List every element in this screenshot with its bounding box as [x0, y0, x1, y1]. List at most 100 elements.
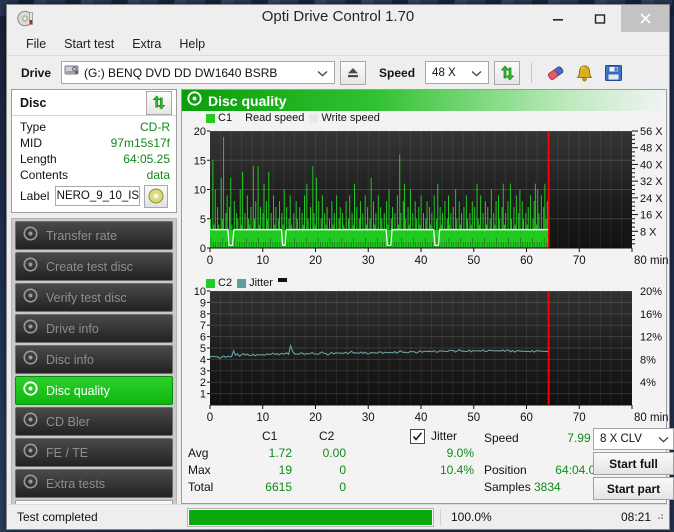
start-part-button[interactable]: Start part [593, 477, 674, 500]
stats-col-c2: C2 [319, 429, 334, 443]
disc-value: data [147, 168, 170, 182]
svg-text:2: 2 [200, 378, 206, 390]
svg-text:10: 10 [194, 286, 206, 298]
sidebar-item-label: FE / TE [46, 446, 88, 460]
jitter-label: Jitter [431, 429, 457, 443]
c2-plot: 123456789104%8%12%16%20%0102030405060708… [184, 277, 674, 429]
drive-value: (G:) BENQ DVD DD DW1640 BSRB [84, 66, 277, 80]
cd-icon-button[interactable] [144, 185, 168, 208]
refresh-button[interactable] [494, 61, 520, 85]
svg-text:30: 30 [362, 255, 375, 267]
disc-icon [23, 226, 38, 246]
close-button[interactable] [621, 5, 669, 32]
menu-help[interactable]: Help [170, 35, 214, 53]
speed-select[interactable]: 48 X [425, 61, 489, 84]
status-bar: Test completed 100.0% 08:21 [7, 504, 669, 529]
position-stat-value: 64:04.00 [534, 463, 602, 477]
sidebar-item-label: Extra tests [46, 477, 105, 491]
svg-text:20: 20 [194, 126, 206, 138]
disc-value: 64:05.25 [123, 152, 170, 166]
svg-text:15: 15 [194, 155, 206, 167]
eraser-button[interactable] [543, 61, 567, 84]
svg-text:30: 30 [362, 412, 375, 424]
stats-c2-total: 0 [302, 480, 346, 494]
statistics-panel: C1 C2 Avg Max Total 1.72 19 6615 0.00 0 … [184, 427, 664, 503]
svg-text:16%: 16% [640, 309, 662, 321]
disc-icon [23, 257, 38, 277]
disc-key: Contents [20, 168, 68, 182]
legend-swatch [206, 279, 215, 288]
sidebar-item-disc-quality[interactable]: Disc quality [15, 376, 173, 405]
drive-label: Drive [21, 66, 51, 80]
write-speed-select[interactable]: 8 X CLV [593, 428, 674, 450]
disc-icon [23, 474, 38, 494]
legend-jitter: Jitter [237, 277, 273, 289]
menu-file[interactable]: File [17, 35, 55, 53]
eject-button[interactable] [340, 61, 366, 85]
disc-row-length: Length 64:05.25 [20, 151, 170, 167]
svg-text:80 min: 80 min [634, 412, 669, 424]
svg-text:3: 3 [200, 366, 206, 378]
svg-text:60: 60 [520, 412, 533, 424]
drive-select[interactable]: (G:) BENQ DVD DD DW1640 BSRB [61, 61, 335, 84]
sidebar-item-create-test-disc[interactable]: Create test disc [15, 252, 173, 281]
sidebar-item-cd-bler[interactable]: CD Bler [15, 407, 173, 436]
stats-c1-avg: 1.72 [244, 446, 292, 460]
sidebar-item-fe-te[interactable]: FE / TE [15, 438, 173, 467]
desktop-background: Opti Drive Control 1.70 File Start test … [0, 0, 674, 532]
disc-row-contents: Contents data [20, 167, 170, 183]
content-title: Disc quality [208, 93, 287, 109]
c1-plot: 051015208 X16 X24 X32 X40 X48 X56 X01020… [184, 112, 674, 280]
sidebar-item-transfer-rate[interactable]: Transfer rate [15, 221, 173, 250]
sidebar-item-label: Create test disc [46, 260, 133, 274]
svg-text:60: 60 [520, 255, 533, 267]
menu-start-test[interactable]: Start test [55, 35, 123, 53]
maximize-button[interactable] [579, 5, 621, 32]
legend-write-speed: Write speed [309, 112, 380, 124]
content-header: Disc quality [182, 90, 666, 111]
svg-text:16 X: 16 X [640, 210, 663, 222]
disc-icon [23, 319, 38, 339]
c2-chart: C2 Jitter 123456789104%8%12%16%20%010203… [184, 277, 664, 427]
write-speed-value: 8 X CLV [600, 433, 642, 445]
legend-swatch [309, 114, 318, 123]
svg-text:7: 7 [200, 321, 206, 333]
sidebar-item-label: Disc info [46, 353, 94, 367]
svg-text:12%: 12% [640, 332, 662, 344]
start-full-button[interactable]: Start full [593, 452, 674, 475]
stats-row-total: Total [188, 480, 213, 494]
minimize-button[interactable] [537, 5, 579, 32]
menu-extra[interactable]: Extra [123, 35, 170, 53]
save-button[interactable] [601, 61, 625, 84]
svg-text:20%: 20% [640, 286, 662, 298]
disc-refresh-button[interactable] [146, 91, 172, 115]
sidebar-item-extra-tests[interactable]: Extra tests [15, 469, 173, 498]
drive-icon [64, 63, 79, 82]
resize-grip[interactable] [654, 508, 665, 526]
disc-panel-header: Disc [12, 90, 176, 116]
disc-label-field[interactable]: NERO_9_10_IS [55, 186, 140, 206]
charts-area: C1 Read speed Write speed 051015208 X16 … [182, 111, 666, 503]
svg-text:8: 8 [200, 309, 206, 321]
jitter-checkbox[interactable] [410, 429, 425, 444]
sidebar-item-verify-test-disc[interactable]: Verify test disc [15, 283, 173, 312]
svg-text:6: 6 [200, 332, 206, 344]
svg-text:24 X: 24 X [640, 193, 663, 205]
stats-row-avg: Avg [188, 446, 208, 460]
svg-text:10: 10 [256, 255, 269, 267]
svg-text:20: 20 [309, 255, 322, 267]
status-text: Test completed [9, 510, 187, 524]
c2-legend: C2 Jitter [206, 277, 287, 289]
disc-icon [23, 412, 38, 432]
svg-text:0: 0 [207, 255, 213, 267]
sidebar-item-disc-info[interactable]: Disc info [15, 345, 173, 374]
disc-key: Length [20, 152, 57, 166]
disc-properties: Type CD-R MID 97m15s17f Length 64:05.25 [12, 116, 176, 212]
svg-text:48 X: 48 X [640, 143, 663, 155]
disc-icon [23, 288, 38, 308]
bell-button[interactable] [572, 61, 596, 84]
stats-jitter-avg: 9.0% [399, 446, 474, 460]
svg-text:9: 9 [200, 298, 206, 310]
sidebar-item-drive-info[interactable]: Drive info [15, 314, 173, 343]
svg-text:8%: 8% [640, 355, 656, 367]
